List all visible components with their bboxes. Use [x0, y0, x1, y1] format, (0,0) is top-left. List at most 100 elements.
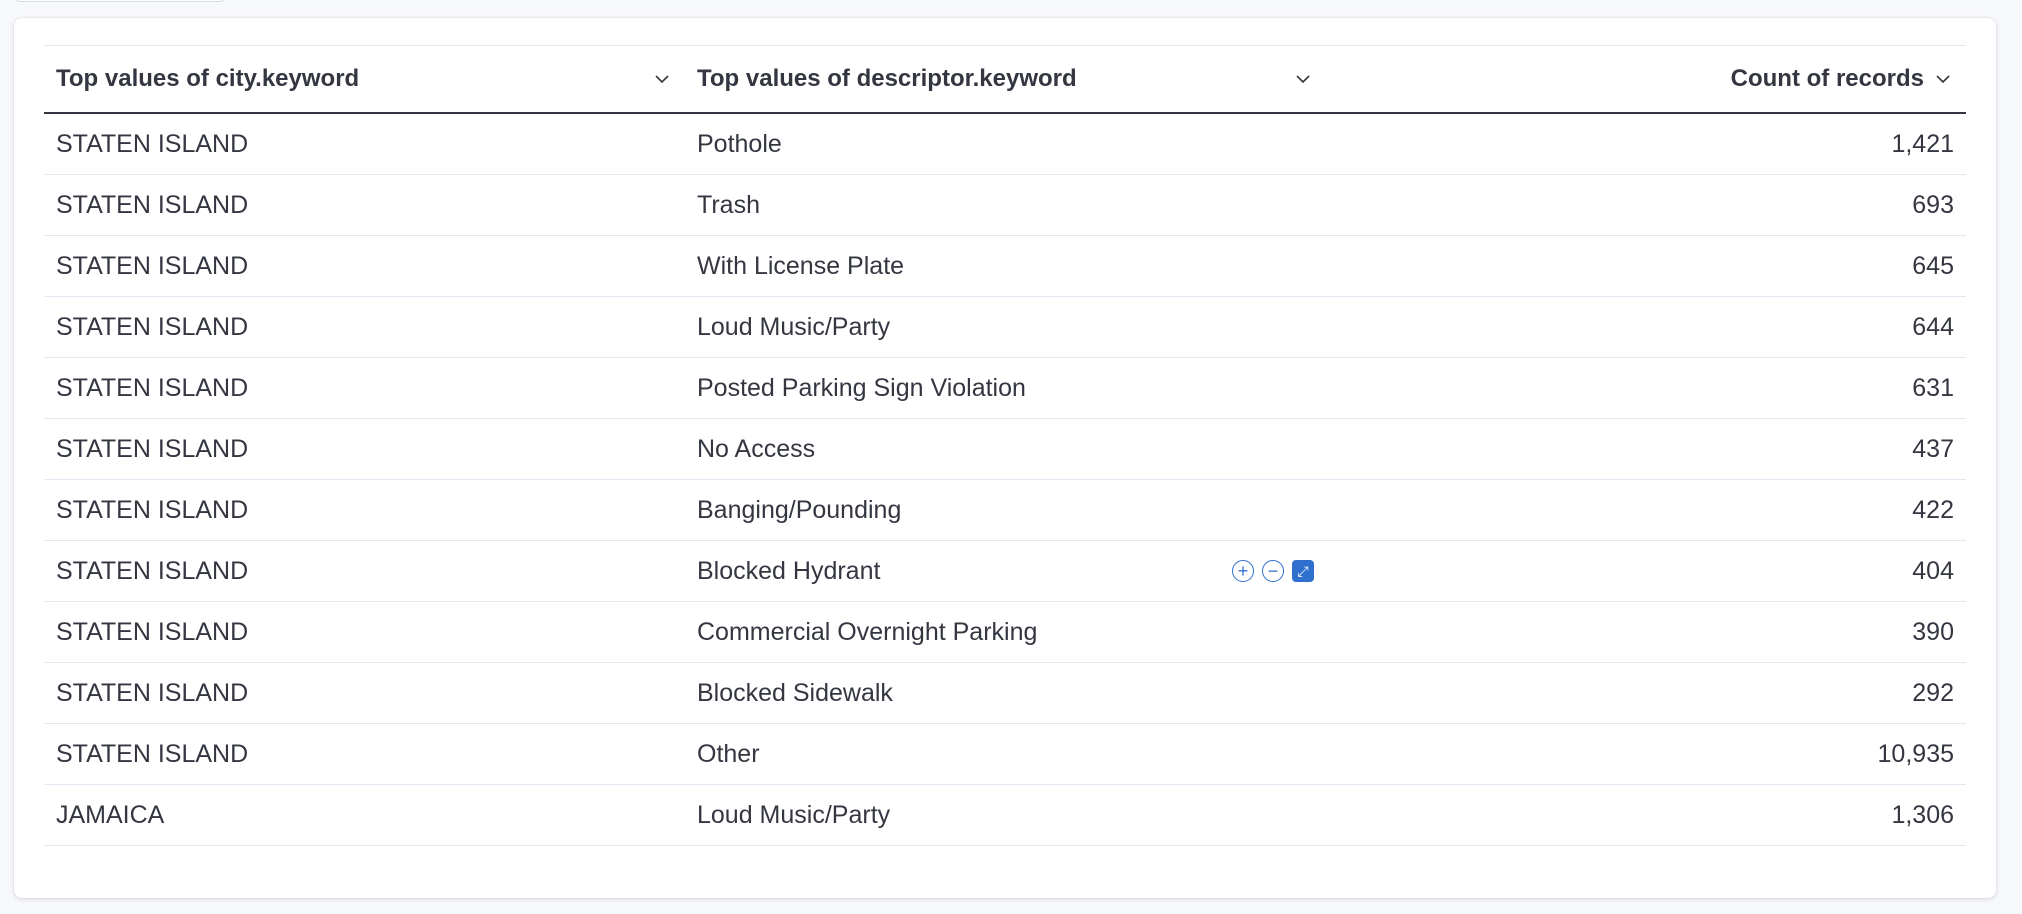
city-value: STATEN ISLAND — [56, 739, 249, 768]
count-cell[interactable]: 422 — [1326, 496, 1966, 525]
column-header-descriptor[interactable]: Top values of descriptor.keyword — [685, 65, 1326, 93]
top-tab-edge — [14, 0, 226, 2]
descriptor-cell[interactable]: Commercial Overnight Parking + − ⤢ — [685, 618, 1326, 647]
city-value: JAMAICA — [56, 800, 165, 829]
count-value: 390 — [1912, 617, 1954, 646]
descriptor-cell[interactable]: Blocked Sidewalk + − ⤢ — [685, 679, 1326, 708]
descriptor-cell[interactable]: Other + − ⤢ — [685, 740, 1326, 769]
descriptor-cell[interactable]: Pothole + − ⤢ — [685, 130, 1326, 159]
city-cell[interactable]: STATEN ISLAND — [44, 252, 685, 281]
count-cell[interactable]: 10,935 — [1326, 740, 1966, 769]
count-value: 645 — [1912, 251, 1954, 280]
filter-for-icon[interactable]: + — [1232, 560, 1254, 582]
city-value: STATEN ISLAND — [56, 617, 249, 646]
city-cell[interactable]: STATEN ISLAND — [44, 313, 685, 342]
chevron-down-icon[interactable] — [1292, 68, 1314, 90]
city-value: STATEN ISLAND — [56, 312, 249, 341]
count-cell[interactable]: 645 — [1326, 252, 1966, 281]
city-value: STATEN ISLAND — [56, 190, 249, 219]
city-cell[interactable]: STATEN ISLAND — [44, 496, 685, 525]
count-cell[interactable]: 1,306 — [1326, 801, 1966, 830]
descriptor-cell[interactable]: Loud Music/Party + − ⤢ — [685, 801, 1326, 830]
descriptor-value: Commercial Overnight Parking — [697, 617, 1038, 646]
count-cell[interactable]: 1,421 — [1326, 130, 1966, 159]
table-row: STATEN ISLAND Posted Parking Sign Violat… — [44, 358, 1966, 419]
table-row: STATEN ISLAND Blocked Sidewalk + − ⤢ 292 — [44, 663, 1966, 724]
city-value: STATEN ISLAND — [56, 495, 249, 524]
descriptor-cell[interactable]: With License Plate + − ⤢ — [685, 252, 1326, 281]
descriptor-value: Posted Parking Sign Violation — [697, 373, 1026, 402]
descriptor-cell[interactable]: Blocked Hydrant + − ⤢ — [685, 557, 1326, 586]
city-cell[interactable]: STATEN ISLAND — [44, 191, 685, 220]
table-header-row: Top values of city.keyword Top values of… — [44, 46, 1966, 114]
city-cell[interactable]: STATEN ISLAND — [44, 435, 685, 464]
descriptor-value: Blocked Sidewalk — [697, 678, 893, 707]
filter-out-icon[interactable]: − — [1262, 560, 1284, 582]
city-cell[interactable]: STATEN ISLAND — [44, 130, 685, 159]
table-row: STATEN ISLAND Trash + − ⤢ 693 — [44, 175, 1966, 236]
descriptor-cell[interactable]: Loud Music/Party + − ⤢ — [685, 313, 1326, 342]
column-header-label: Count of records — [1730, 65, 1924, 92]
descriptor-value: Banging/Pounding — [697, 495, 902, 524]
city-cell[interactable]: STATEN ISLAND — [44, 679, 685, 708]
count-value: 631 — [1912, 373, 1954, 402]
table-row: STATEN ISLAND Pothole + − ⤢ 1,421 — [44, 114, 1966, 175]
chevron-down-icon[interactable] — [651, 68, 673, 90]
count-cell[interactable]: 644 — [1326, 313, 1966, 342]
count-cell[interactable]: 631 — [1326, 374, 1966, 403]
table-body: STATEN ISLAND Pothole + − ⤢ 1,421 STATEN… — [44, 114, 1966, 846]
column-header-label: Top values of city.keyword — [56, 65, 360, 92]
descriptor-value: Pothole — [697, 129, 782, 158]
chevron-down-icon[interactable] — [1932, 68, 1954, 90]
count-value: 422 — [1912, 495, 1954, 524]
descriptor-value: No Access — [697, 434, 816, 463]
descriptor-value: Blocked Hydrant — [697, 556, 881, 585]
count-value: 292 — [1912, 678, 1954, 707]
cell-actions: + − ⤢ — [1232, 560, 1314, 582]
descriptor-cell[interactable]: Trash + − ⤢ — [685, 191, 1326, 220]
table-row: STATEN ISLAND Banging/Pounding + − ⤢ 422 — [44, 480, 1966, 541]
count-value: 693 — [1912, 190, 1954, 219]
city-value: STATEN ISLAND — [56, 678, 249, 707]
table-row: STATEN ISLAND With License Plate + − ⤢ 6… — [44, 236, 1966, 297]
descriptor-cell[interactable]: Posted Parking Sign Violation + − ⤢ — [685, 374, 1326, 403]
count-value: 10,935 — [1877, 739, 1954, 768]
count-cell[interactable]: 404 — [1326, 557, 1966, 586]
city-value: STATEN ISLAND — [56, 251, 249, 280]
descriptor-value: Loud Music/Party — [697, 312, 891, 341]
count-value: 437 — [1912, 434, 1954, 463]
count-value: 644 — [1912, 312, 1954, 341]
descriptor-value: With License Plate — [697, 251, 905, 280]
city-value: STATEN ISLAND — [56, 556, 249, 585]
descriptor-cell[interactable]: Banging/Pounding + − ⤢ — [685, 496, 1326, 525]
city-cell[interactable]: STATEN ISLAND — [44, 374, 685, 403]
city-cell[interactable]: STATEN ISLAND — [44, 740, 685, 769]
city-cell[interactable]: JAMAICA — [44, 801, 685, 830]
table-row: JAMAICA Loud Music/Party + − ⤢ 1,306 — [44, 785, 1966, 846]
table-row: STATEN ISLAND No Access + − ⤢ 437 — [44, 419, 1966, 480]
table-row: STATEN ISLAND Other + − ⤢ 10,935 — [44, 724, 1966, 785]
count-cell[interactable]: 437 — [1326, 435, 1966, 464]
column-header-label: Top values of descriptor.keyword — [697, 65, 1077, 92]
descriptor-cell[interactable]: No Access + − ⤢ — [685, 435, 1326, 464]
city-value: STATEN ISLAND — [56, 434, 249, 463]
data-table: Top values of city.keyword Top values of… — [44, 45, 1966, 846]
table-row: STATEN ISLAND Loud Music/Party + − ⤢ 644 — [44, 297, 1966, 358]
city-cell[interactable]: STATEN ISLAND — [44, 557, 685, 586]
expand-icon[interactable]: ⤢ — [1292, 560, 1314, 582]
count-cell[interactable]: 292 — [1326, 679, 1966, 708]
column-header-count[interactable]: Count of records — [1326, 65, 1966, 93]
descriptor-value: Trash — [697, 190, 760, 219]
descriptor-value: Loud Music/Party — [697, 800, 891, 829]
count-cell[interactable]: 693 — [1326, 191, 1966, 220]
table-row: STATEN ISLAND Blocked Hydrant + − ⤢ 404 — [44, 541, 1966, 602]
descriptor-value: Other — [697, 739, 760, 768]
count-cell[interactable]: 390 — [1326, 618, 1966, 647]
city-cell[interactable]: STATEN ISLAND — [44, 618, 685, 647]
column-header-city[interactable]: Top values of city.keyword — [44, 65, 685, 93]
city-value: STATEN ISLAND — [56, 129, 249, 158]
table-row: STATEN ISLAND Commercial Overnight Parki… — [44, 602, 1966, 663]
table-panel: Top values of city.keyword Top values of… — [14, 18, 1996, 898]
count-value: 1,421 — [1891, 129, 1954, 158]
count-value: 404 — [1912, 556, 1954, 585]
